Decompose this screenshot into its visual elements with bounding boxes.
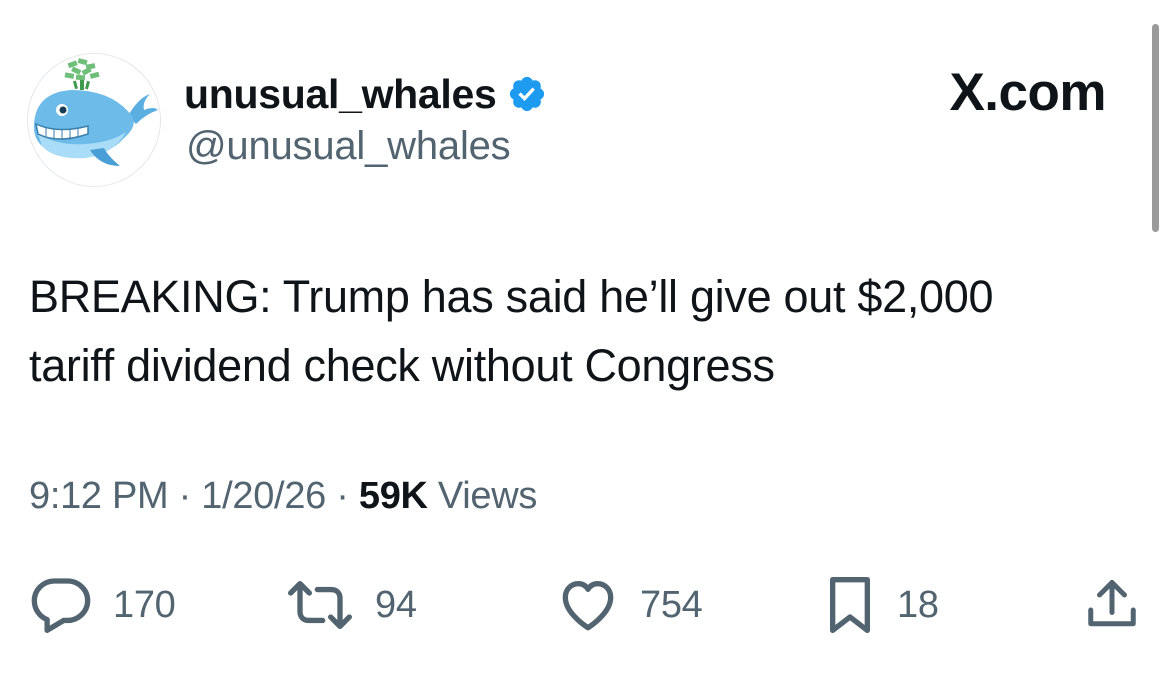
bookmark-button[interactable]: 18 (823, 570, 939, 640)
tweet-card: unusual_whales @unusual_whales X.com BRE… (0, 0, 1170, 682)
verified-badge-icon (509, 76, 544, 112)
retweet-button[interactable]: 94 (285, 570, 417, 640)
meta-separator: · (325, 475, 359, 517)
display-name[interactable]: unusual_whales (184, 71, 497, 118)
tweet-date[interactable]: 1/20/26 (201, 475, 326, 517)
author-row: unusual_whales (184, 66, 547, 122)
reply-button[interactable]: 170 (29, 570, 176, 640)
tweet-line: BREAKING: Trump has said he’ll give out … (29, 271, 994, 322)
bookmark-count: 18 (897, 583, 939, 626)
views-label: Views (427, 475, 538, 517)
tweet-meta: 9:12 PM · 1/20/26 · 59K Views (29, 475, 537, 518)
scrollbar[interactable] (1152, 24, 1159, 232)
action-bar: 170 94 754 18 (0, 570, 1170, 640)
author-handle[interactable]: @unusual_whales (186, 124, 511, 169)
share-icon (1088, 580, 1136, 627)
brand-label: X.com (949, 63, 1106, 122)
reply-count: 170 (113, 583, 176, 626)
reply-icon (31, 578, 91, 633)
whale-avatar-icon (33, 58, 158, 166)
tweet-line: tariff dividend check without Congress (29, 340, 775, 391)
bookmark-icon (830, 577, 870, 633)
avatar[interactable] (27, 53, 161, 187)
tweet-time[interactable]: 9:12 PM (29, 475, 169, 517)
like-count: 754 (640, 583, 703, 626)
retweet-icon (287, 581, 352, 629)
share-button[interactable] (1082, 570, 1142, 640)
like-button[interactable]: 754 (556, 570, 703, 640)
views-count: 59K (358, 475, 428, 517)
meta-separator: · (168, 475, 202, 517)
heart-icon (562, 581, 614, 631)
retweet-count: 94 (375, 583, 417, 626)
tweet-text: BREAKING: Trump has said he’ll give out … (29, 262, 1139, 400)
